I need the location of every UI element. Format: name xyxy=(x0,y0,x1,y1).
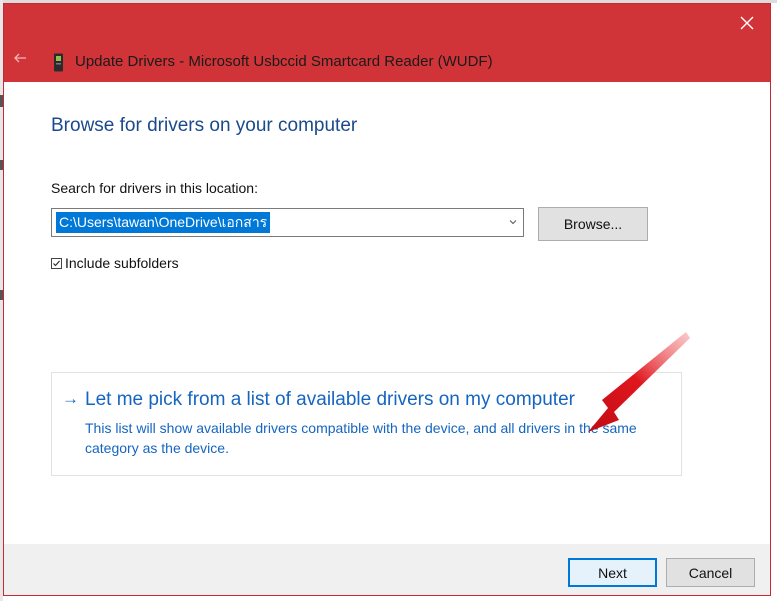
red-pointer-arrow-icon xyxy=(588,332,690,432)
next-button[interactable]: Next xyxy=(568,558,657,587)
title-bar: Update Drivers - Microsoft Usbccid Smart… xyxy=(4,4,770,82)
smartcard-device-icon xyxy=(54,53,63,72)
pick-from-list-link[interactable]: Let me pick from a list of available dri… xyxy=(85,389,575,411)
browse-button[interactable]: Browse... xyxy=(538,207,648,241)
update-drivers-dialog: Update Drivers - Microsoft Usbccid Smart… xyxy=(3,3,771,596)
close-icon xyxy=(740,16,754,30)
chevron-down-icon[interactable] xyxy=(509,218,517,226)
back-button[interactable] xyxy=(10,51,30,71)
include-subfolders-option[interactable]: Include subfolders xyxy=(51,255,179,271)
window-title: Update Drivers - Microsoft Usbccid Smart… xyxy=(75,53,493,70)
page-heading: Browse for drivers on your computer xyxy=(51,115,358,136)
right-arrow-icon: → xyxy=(62,389,79,408)
checkmark-icon xyxy=(53,260,60,266)
cancel-button[interactable]: Cancel xyxy=(666,558,755,587)
include-subfolders-checkbox[interactable] xyxy=(51,257,62,269)
include-subfolders-label: Include subfolders xyxy=(65,255,179,271)
back-arrow-icon xyxy=(14,53,26,63)
driver-path-input[interactable]: C:\Users\tawan\OneDrive\เอกสาร xyxy=(56,212,271,233)
driver-path-combobox[interactable]: C:\Users\tawan\OneDrive\เอกสาร xyxy=(51,208,524,237)
search-location-label: Search for drivers in this location: xyxy=(51,180,258,196)
dialog-footer: Next Cancel xyxy=(4,544,770,595)
close-button[interactable] xyxy=(724,4,770,42)
